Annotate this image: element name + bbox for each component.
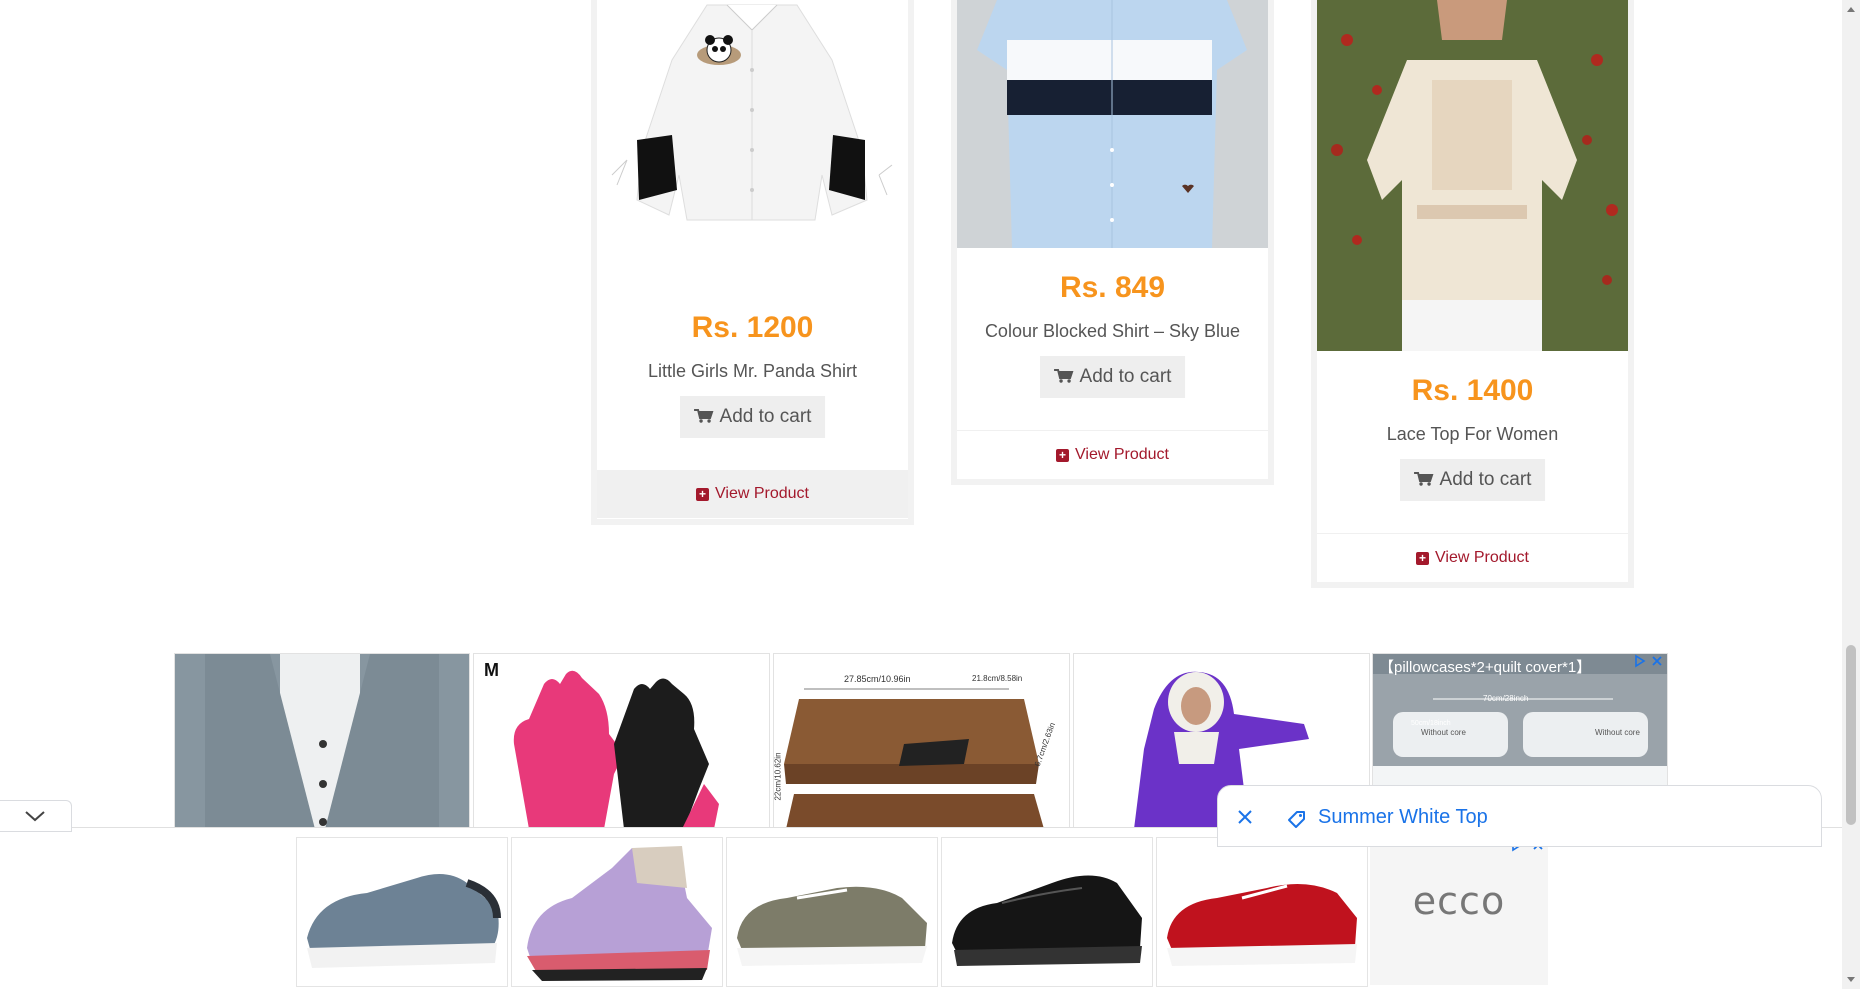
cart-icon [693,409,713,423]
add-to-cart-label: Add to cart [719,406,812,427]
scrollbar-thumb[interactable] [1846,645,1856,825]
ad-shoe-5[interactable] [1156,837,1368,987]
view-product-label: View Product [1435,549,1529,566]
view-product-link[interactable]: + View Product [597,470,908,518]
product-name[interactable]: Colour Blocked Shirt – Sky Blue [957,321,1268,342]
product-card: Rs. 1200 Little Girls Mr. Panda Shirt Ad… [591,0,914,525]
collapse-ad-tab[interactable] [0,800,72,832]
ad-title: 【pillowcases*2+quilt cover*1】 [1379,659,1592,676]
add-to-cart-button[interactable]: Add to cart [1039,356,1186,398]
ad-label-a: Without core [1421,728,1466,737]
ad-label-b: Without core [1595,728,1640,737]
cart-icon [1413,472,1433,486]
ad-shoe-1[interactable] [296,837,508,987]
search-suggestion-text[interactable]: Summer White Top [1318,806,1488,829]
ad-dimension-b: 50cm/18inch [1411,720,1451,727]
ad-size-label: M [484,660,499,680]
product-card: Rs. 1400 Lace Top For Women Add to cart … [1311,0,1634,588]
ad-brand-logo: ecco [1412,879,1506,923]
add-to-cart-label: Add to cart [1439,469,1532,490]
product-price: Rs. 1200 [691,311,814,344]
search-suggestion-popup: Summer White Top [1217,785,1822,847]
product-price: Rs. 849 [1059,271,1166,304]
product-image[interactable] [597,0,908,290]
ad-tile-gloves[interactable]: M [473,653,770,830]
product-price: Rs. 1400 [1411,374,1534,407]
scrollbar[interactable] [1842,0,1860,989]
scroll-up-arrow-icon[interactable] [1842,2,1860,16]
plus-square-icon: + [1056,449,1069,462]
ad-dimension-top: 27.85cm/10.96in [844,674,911,684]
view-product-label: View Product [1075,446,1169,463]
plus-square-icon: + [1416,552,1429,565]
ad-shoe-2[interactable] [511,837,723,987]
plus-square-icon: + [696,488,709,501]
view-product-label: View Product [715,485,809,502]
ad-shoe-4[interactable] [941,837,1153,987]
product-card-body: Rs. 1400 Lace Top For Women Add to cart … [1317,0,1628,582]
ad-tile-cardigan[interactable] [174,653,470,830]
view-product-link[interactable]: + View Product [957,430,1268,479]
ad-dimension-side: 22cm/10.62in [773,752,783,801]
product-image[interactable] [1317,0,1628,351]
product-name[interactable]: Lace Top For Women [1317,424,1628,445]
tag-icon [1286,808,1308,835]
ad-close-icon[interactable] [1650,654,1664,668]
product-card-body: Rs. 849 Colour Blocked Shirt – Sky Blue … [957,0,1268,479]
close-icon[interactable] [1236,808,1254,831]
ad-image [175,654,469,829]
add-to-cart-button[interactable]: Add to cart [679,396,826,438]
ad-dimension-a: 70cm/28inch [1483,694,1529,703]
add-to-cart-label: Add to cart [1079,366,1172,387]
scroll-down-arrow-icon[interactable] [1842,973,1860,987]
product-name[interactable]: Little Girls Mr. Panda Shirt [597,361,908,382]
ad-dimension-right: 21.8cm/8.58in [972,674,1023,683]
product-card: Rs. 849 Colour Blocked Shirt – Sky Blue … [951,0,1274,485]
ad-tile-wooden-rack[interactable]: 27.85cm/10.96in 21.8cm/8.58in 22cm/10.62… [773,653,1070,830]
cart-icon [1053,369,1073,383]
add-to-cart-button[interactable]: Add to cart [1399,459,1546,501]
product-card-body: Rs. 1200 Little Girls Mr. Panda Shirt Ad… [597,0,908,519]
ad-brand-panel[interactable]: ecco [1370,837,1548,985]
view-product-link[interactable]: + View Product [1317,533,1628,582]
ad-shoe-3[interactable] [726,837,938,987]
chevron-down-icon [25,811,45,822]
ad-info-icon[interactable] [1633,654,1647,668]
product-image[interactable] [957,0,1268,248]
